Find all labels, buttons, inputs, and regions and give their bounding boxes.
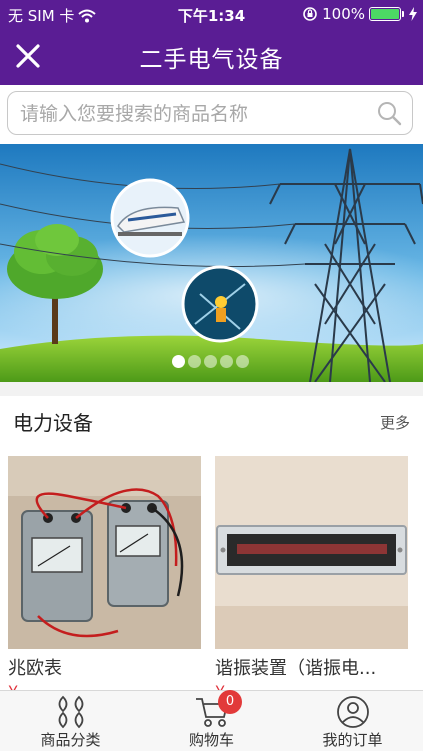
carousel-dot[interactable] [204,355,217,368]
product-section: 电力设备 更多 兆欧表 ¥... 谐振装置（谐振电... ¥... [0,396,423,692]
battery-percent: 100% [322,5,365,23]
page-title: 二手电气设备 [139,47,284,73]
carousel-dot[interactable] [188,355,201,368]
status-bar: 无 SIM 卡 下午1:34 100% [0,0,423,28]
carousel-dots [172,355,249,368]
resonance-device-image [215,456,408,649]
cart-badge: 0 [218,690,242,714]
product-image[interactable] [215,456,408,649]
product-card[interactable]: 谐振装置（谐振电... ¥... [215,456,408,692]
tab-bar: 商品分类 购物车 我的订单 [0,690,423,751]
carousel-dot[interactable] [236,355,249,368]
section-title: 电力设备 [13,411,93,435]
search-input[interactable] [18,92,372,136]
tab-category[interactable]: 商品分类 [0,691,141,751]
product-name[interactable]: 谐振装置（谐振电... [215,654,408,680]
search-bar [0,85,423,144]
app-header: 无 SIM 卡 下午1:34 100% 二手电气设备 [0,0,423,85]
tab-label: 商品分类 [40,731,101,749]
more-link[interactable]: 更多 [380,412,410,433]
banner-image [0,144,423,382]
product-name[interactable]: 兆欧表 [8,654,201,680]
status-right: 100% [302,5,417,23]
product-image[interactable] [8,456,201,649]
product-card[interactable]: 兆欧表 ¥... [8,456,201,692]
tab-cart[interactable]: 购物车 [141,691,282,751]
carousel-dot[interactable] [220,355,233,368]
tab-label: 购物车 [188,731,234,749]
user-icon [336,696,369,728]
charging-icon [409,7,417,21]
promo-banner[interactable] [0,144,423,382]
nav-bar: 二手电气设备 [0,28,423,85]
carousel-dot[interactable] [172,355,185,368]
search-box[interactable] [7,91,413,136]
lock-rotation-icon [303,7,317,21]
category-icon [58,695,83,729]
search-icon[interactable] [376,100,402,126]
tab-orders[interactable]: 我的订单 [282,691,423,751]
battery-icon [369,7,404,21]
megohmmeter-image [8,456,201,649]
tab-label: 我的订单 [322,731,383,749]
